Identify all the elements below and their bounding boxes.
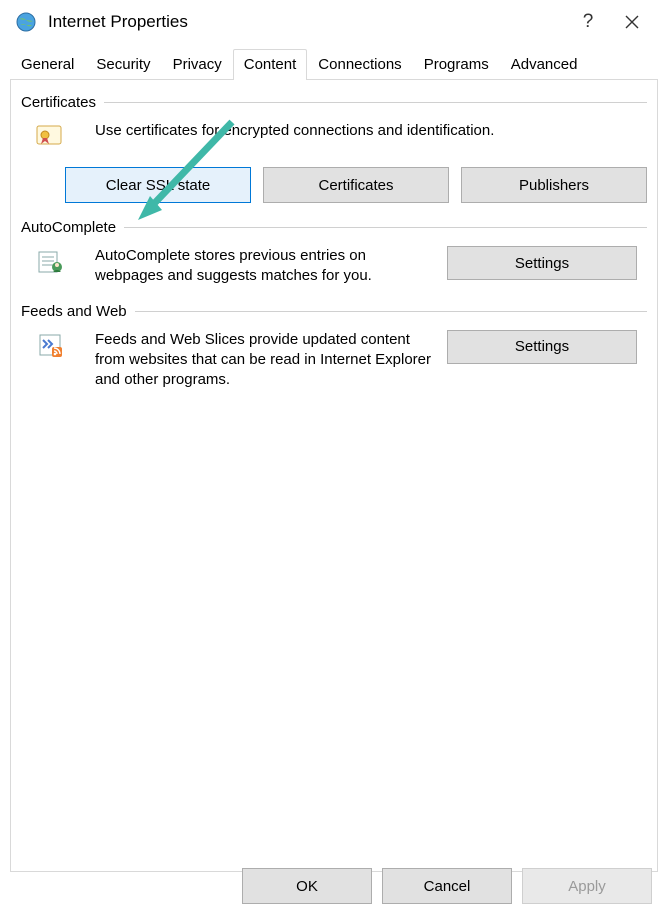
certificates-desc: Use certificates for encrypted connectio… (95, 121, 647, 141)
publishers-button[interactable]: Publishers (461, 167, 647, 203)
autocomplete-desc: AutoComplete stores previous entries on … (95, 246, 433, 287)
feeds-desc: Feeds and Web Slices provide updated con… (95, 330, 433, 391)
autocomplete-settings-button[interactable]: Settings (447, 246, 637, 280)
apply-button[interactable]: Apply (522, 868, 652, 904)
divider (135, 311, 647, 312)
titlebar: Internet Properties ? (0, 0, 668, 44)
tab-privacy[interactable]: Privacy (162, 49, 233, 80)
window-title: Internet Properties (48, 12, 566, 32)
divider (104, 102, 647, 103)
tab-connections[interactable]: Connections (307, 49, 412, 80)
certificates-button[interactable]: Certificates (263, 167, 449, 203)
certificate-icon (36, 123, 66, 151)
tab-general[interactable]: General (10, 49, 85, 80)
group-label-certificates: Certificates (21, 94, 104, 111)
close-button[interactable] (610, 15, 654, 29)
group-label-feeds: Feeds and Web (21, 303, 135, 320)
help-button[interactable]: ? (566, 11, 610, 33)
group-feeds: Feeds and Web Feeds and Web Slic (21, 303, 647, 391)
content-pane: Certificates Use certificates for encryp… (10, 80, 658, 872)
divider (124, 227, 647, 228)
tab-advanced[interactable]: Advanced (500, 49, 589, 80)
tab-programs[interactable]: Programs (413, 49, 500, 80)
feeds-icon (37, 332, 65, 364)
tab-content[interactable]: Content (233, 49, 308, 80)
dialog-footer: OK Cancel Apply (242, 868, 652, 904)
tab-strip: General Security Privacy Content Connect… (10, 48, 658, 80)
feeds-settings-button[interactable]: Settings (447, 330, 637, 364)
internet-options-icon (14, 10, 38, 34)
cancel-button[interactable]: Cancel (382, 868, 512, 904)
tab-security[interactable]: Security (85, 49, 161, 80)
clear-ssl-state-button[interactable]: Clear SSL state (65, 167, 251, 203)
autocomplete-icon (37, 248, 65, 280)
ok-button[interactable]: OK (242, 868, 372, 904)
group-certificates: Certificates Use certificates for encryp… (21, 94, 647, 203)
group-label-autocomplete: AutoComplete (21, 219, 124, 236)
group-autocomplete: AutoComplete AutoComplete stores (21, 219, 647, 287)
